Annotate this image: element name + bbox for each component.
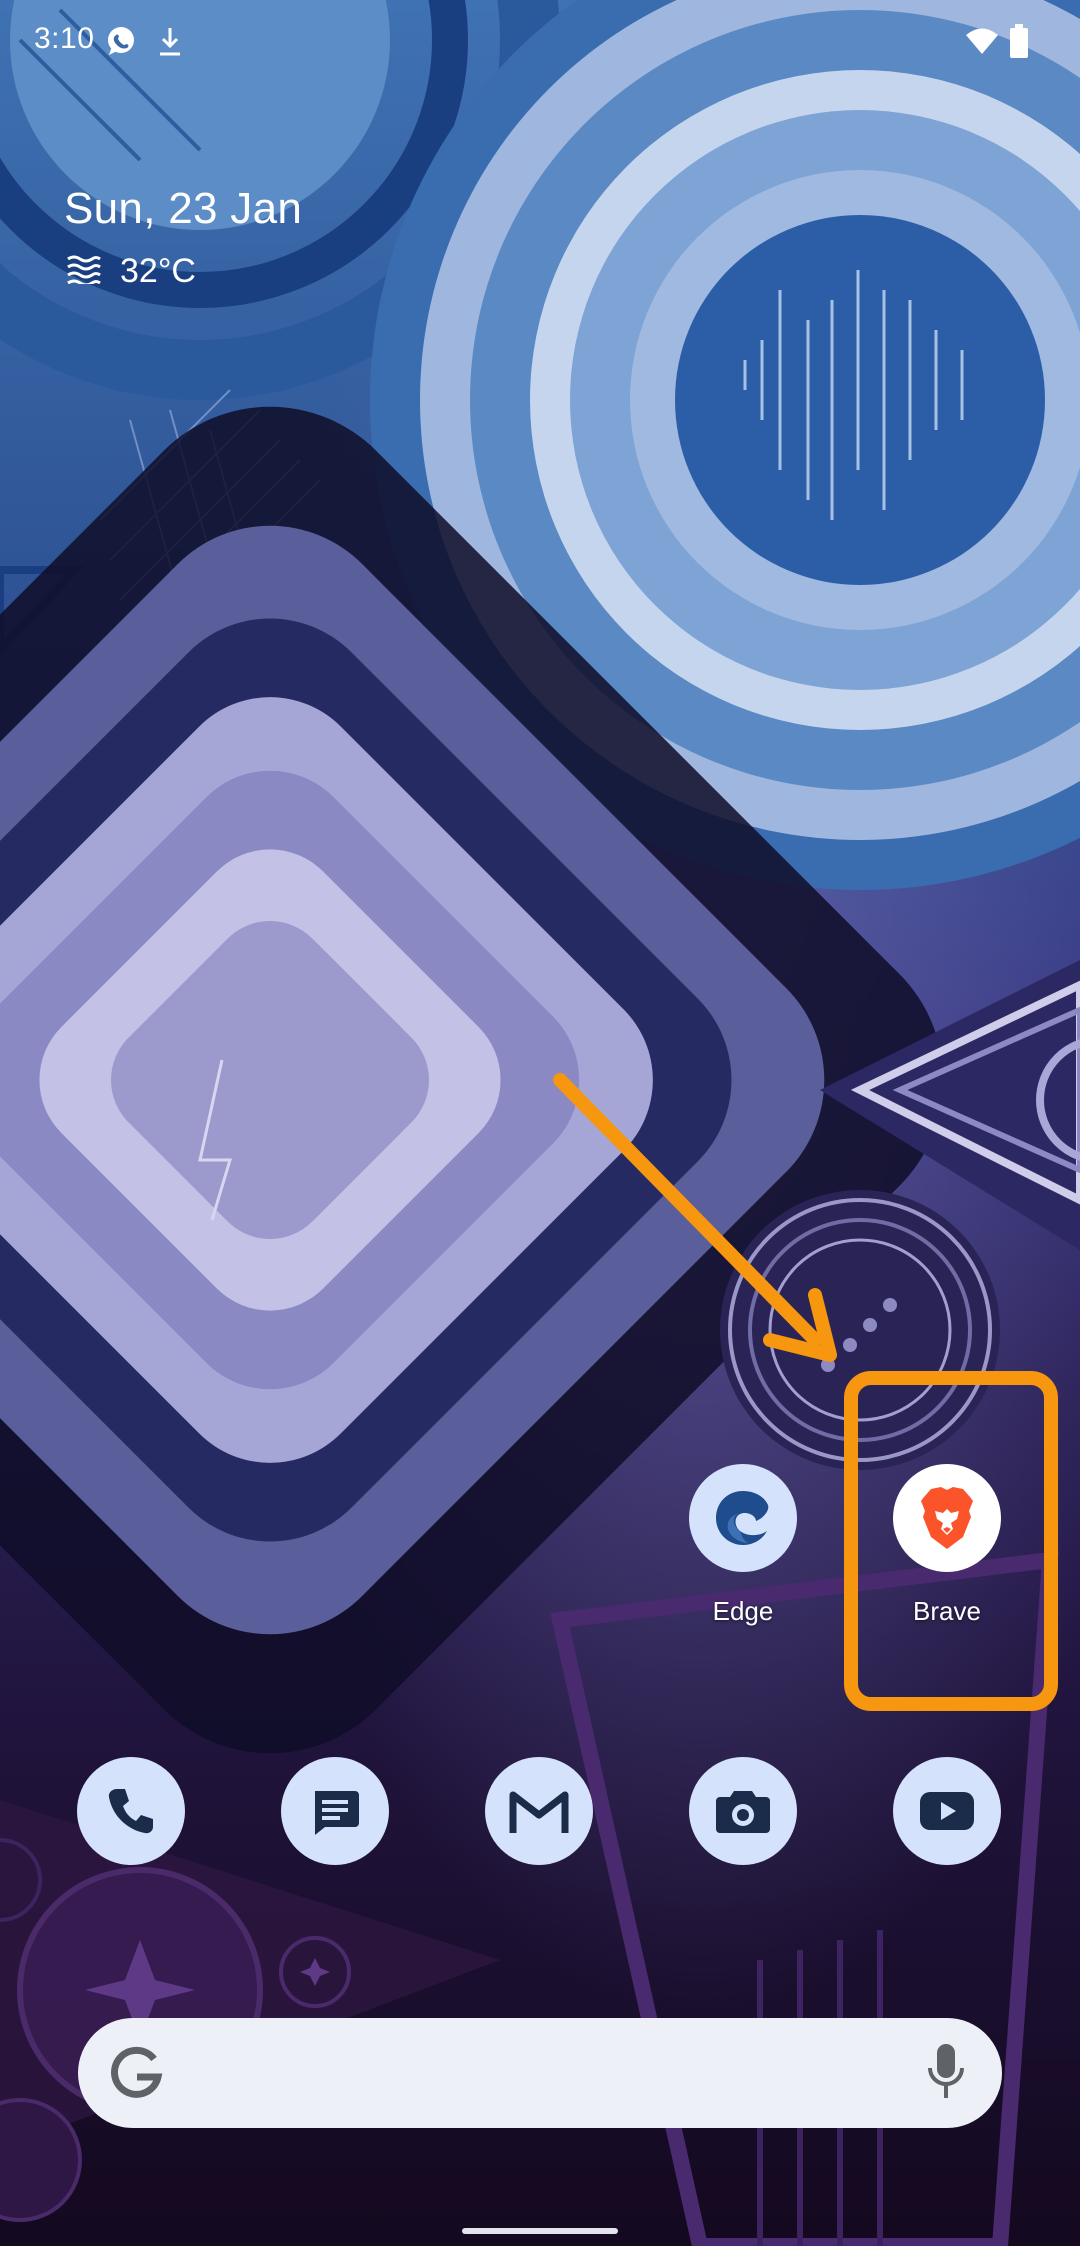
google-g-icon[interactable]: [108, 2045, 164, 2106]
phone-icon[interactable]: [77, 1757, 185, 1865]
download-icon: [156, 24, 184, 63]
weather-row[interactable]: 32°C: [64, 252, 302, 291]
whatsapp-icon: [104, 24, 138, 63]
app-edge[interactable]: Edge: [668, 1464, 818, 1627]
temperature-text: 32°C: [120, 252, 196, 290]
wallpaper: [0, 0, 1080, 2246]
app-brave[interactable]: Brave: [872, 1464, 1022, 1627]
gesture-nav-bar[interactable]: [462, 2228, 618, 2234]
app-label-edge: Edge: [712, 1596, 774, 1626]
haze-icon: [64, 254, 104, 289]
brave-icon[interactable]: [893, 1464, 1001, 1572]
date-text[interactable]: Sun, 23 Jan: [64, 184, 302, 234]
mic-icon[interactable]: [926, 2040, 966, 2109]
messages-icon[interactable]: [281, 1757, 389, 1865]
google-search-bar[interactable]: [78, 2018, 1002, 2128]
battery-icon: [1008, 24, 1030, 65]
youtube-icon[interactable]: [893, 1757, 1001, 1865]
app-label-brave: Brave: [913, 1596, 981, 1626]
status-time: 3:10: [34, 22, 95, 55]
wifi-icon: [964, 26, 1000, 61]
camera-icon[interactable]: [689, 1757, 797, 1865]
edge-icon[interactable]: [689, 1464, 797, 1572]
at-a-glance-widget[interactable]: Sun, 23 Jan 32°C: [64, 184, 302, 291]
status-bar: 3:10: [0, 0, 1080, 84]
gmail-icon[interactable]: [485, 1757, 593, 1865]
